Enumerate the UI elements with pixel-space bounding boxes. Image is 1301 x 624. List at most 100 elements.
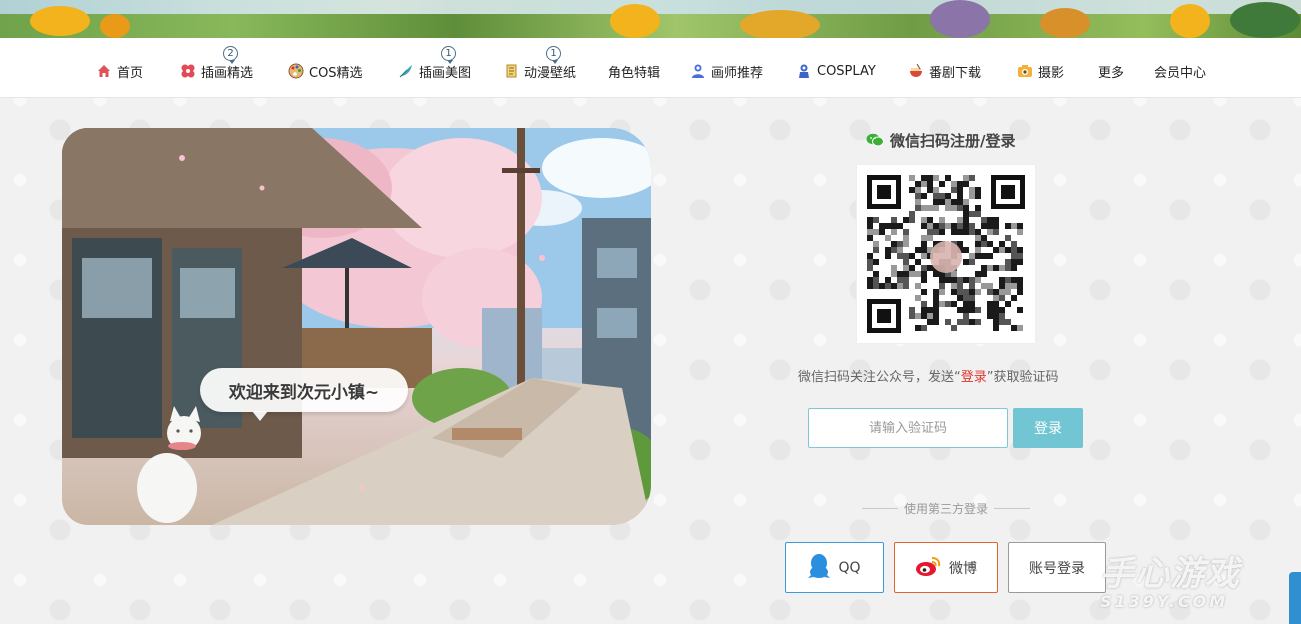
qr-module (921, 313, 927, 319)
nav-item-home[interactable]: 首页 (96, 62, 143, 81)
qr-module (993, 295, 999, 301)
qr-hint-keyword: 登录 (960, 370, 987, 385)
login-button[interactable]: 登录 (1013, 408, 1083, 448)
weibo-login-button[interactable]: 微博 (894, 542, 998, 593)
qr-module (867, 283, 873, 289)
qr-module (993, 223, 999, 229)
qr-module (951, 229, 957, 235)
qr-module (921, 175, 927, 181)
qr-module (891, 283, 897, 289)
qr-module (987, 253, 993, 259)
qr-module (987, 241, 993, 247)
qr-module (963, 295, 969, 301)
qr-module (975, 307, 981, 313)
qr-module (951, 301, 957, 307)
nav-item-illustration-picks[interactable]: 插画精选 (180, 62, 253, 81)
nav-item-cos-picks[interactable]: COS精选 (288, 62, 363, 81)
qr-module (1017, 307, 1023, 313)
qr-module (921, 265, 927, 271)
qr-module (891, 223, 897, 229)
nav-item-member-center[interactable]: 会员中心 (1154, 62, 1206, 81)
qr-module (945, 277, 951, 283)
qr-module (909, 271, 915, 277)
qr-module (963, 289, 969, 295)
qr-module (963, 223, 969, 229)
qr-module (963, 259, 969, 265)
qr-module (897, 247, 903, 253)
nav-item-character-special[interactable]: 角色特辑 (608, 62, 660, 81)
nav-item-more[interactable]: 更多 (1098, 62, 1124, 81)
qr-module (933, 223, 939, 229)
qr-module (921, 247, 927, 253)
banner-flower (30, 6, 90, 36)
qr-hint-prefix: 微信扫码关注公众号，发送“ (798, 370, 961, 385)
qr-module (975, 187, 981, 193)
qr-module (987, 217, 993, 223)
qr-module (951, 271, 957, 277)
wechat-login-title: 微信扫码注册/登录 (866, 130, 1015, 150)
qr-module (927, 223, 933, 229)
nav-item-illustration-gallery[interactable]: 插画美图 (398, 62, 471, 81)
nav-label: 番剧下载 (929, 65, 982, 81)
qr-module (1005, 235, 1011, 241)
clover-icon (180, 63, 196, 79)
nav-item-cosplay[interactable]: COSPLAY (796, 62, 876, 80)
qr-module (909, 265, 915, 271)
qr-module (939, 193, 945, 199)
qr-module (921, 193, 927, 199)
qr-module (981, 241, 987, 247)
qr-module (957, 181, 963, 187)
nav-item-anime-wallpaper[interactable]: 动漫壁纸 (503, 62, 576, 81)
qq-icon (808, 553, 831, 583)
qr-module (945, 223, 951, 229)
wechat-qr-code[interactable] (856, 164, 1036, 344)
qr-module (903, 259, 909, 265)
weibo-login-label: 微博 (949, 560, 977, 577)
qr-module (993, 301, 999, 307)
verification-code-input[interactable] (808, 408, 1008, 448)
qr-module (957, 223, 963, 229)
qr-module (993, 217, 999, 223)
qr-module (939, 301, 945, 307)
qr-module (963, 313, 969, 319)
nav-item-anime-download[interactable]: 番剧下载 (908, 62, 982, 81)
qr-module (885, 253, 891, 259)
qr-module (993, 289, 999, 295)
nav-item-photography[interactable]: 摄影 (1017, 62, 1064, 81)
qr-module (891, 265, 897, 271)
qr-module (1011, 325, 1017, 331)
qr-module (1017, 247, 1023, 253)
qr-instruction-text: 微信扫码关注公众号，发送“登录”获取验证码 (798, 366, 1094, 385)
qr-module (1005, 283, 1011, 289)
qr-module (993, 247, 999, 253)
qr-module (1017, 253, 1023, 259)
qr-module (981, 217, 987, 223)
qr-module (927, 307, 933, 313)
qr-module (975, 229, 981, 235)
qr-module (993, 307, 999, 313)
qr-module (891, 247, 897, 253)
qr-module (969, 223, 975, 229)
qr-module (999, 307, 1005, 313)
qq-login-button[interactable]: QQ (785, 542, 884, 593)
qr-module (1011, 259, 1017, 265)
qr-module (921, 217, 927, 223)
qr-module (921, 301, 927, 307)
qr-module (975, 253, 981, 259)
qr-module (939, 181, 945, 187)
qr-module (915, 187, 921, 193)
side-float-tab[interactable] (1289, 572, 1301, 624)
qr-module (867, 259, 873, 265)
account-login-button[interactable]: 账号登录 (1008, 542, 1106, 593)
qr-module (975, 271, 981, 277)
qr-module (939, 229, 945, 235)
nav-item-artist-recommend[interactable]: 画师推荐 (690, 62, 763, 81)
qq-login-label: QQ (838, 559, 861, 576)
qr-module (903, 241, 909, 247)
qr-module (981, 283, 987, 289)
banner-flower (740, 10, 820, 38)
qr-module (897, 223, 903, 229)
qr-module (867, 235, 873, 241)
qr-module (951, 289, 957, 295)
qr-module (915, 295, 921, 301)
